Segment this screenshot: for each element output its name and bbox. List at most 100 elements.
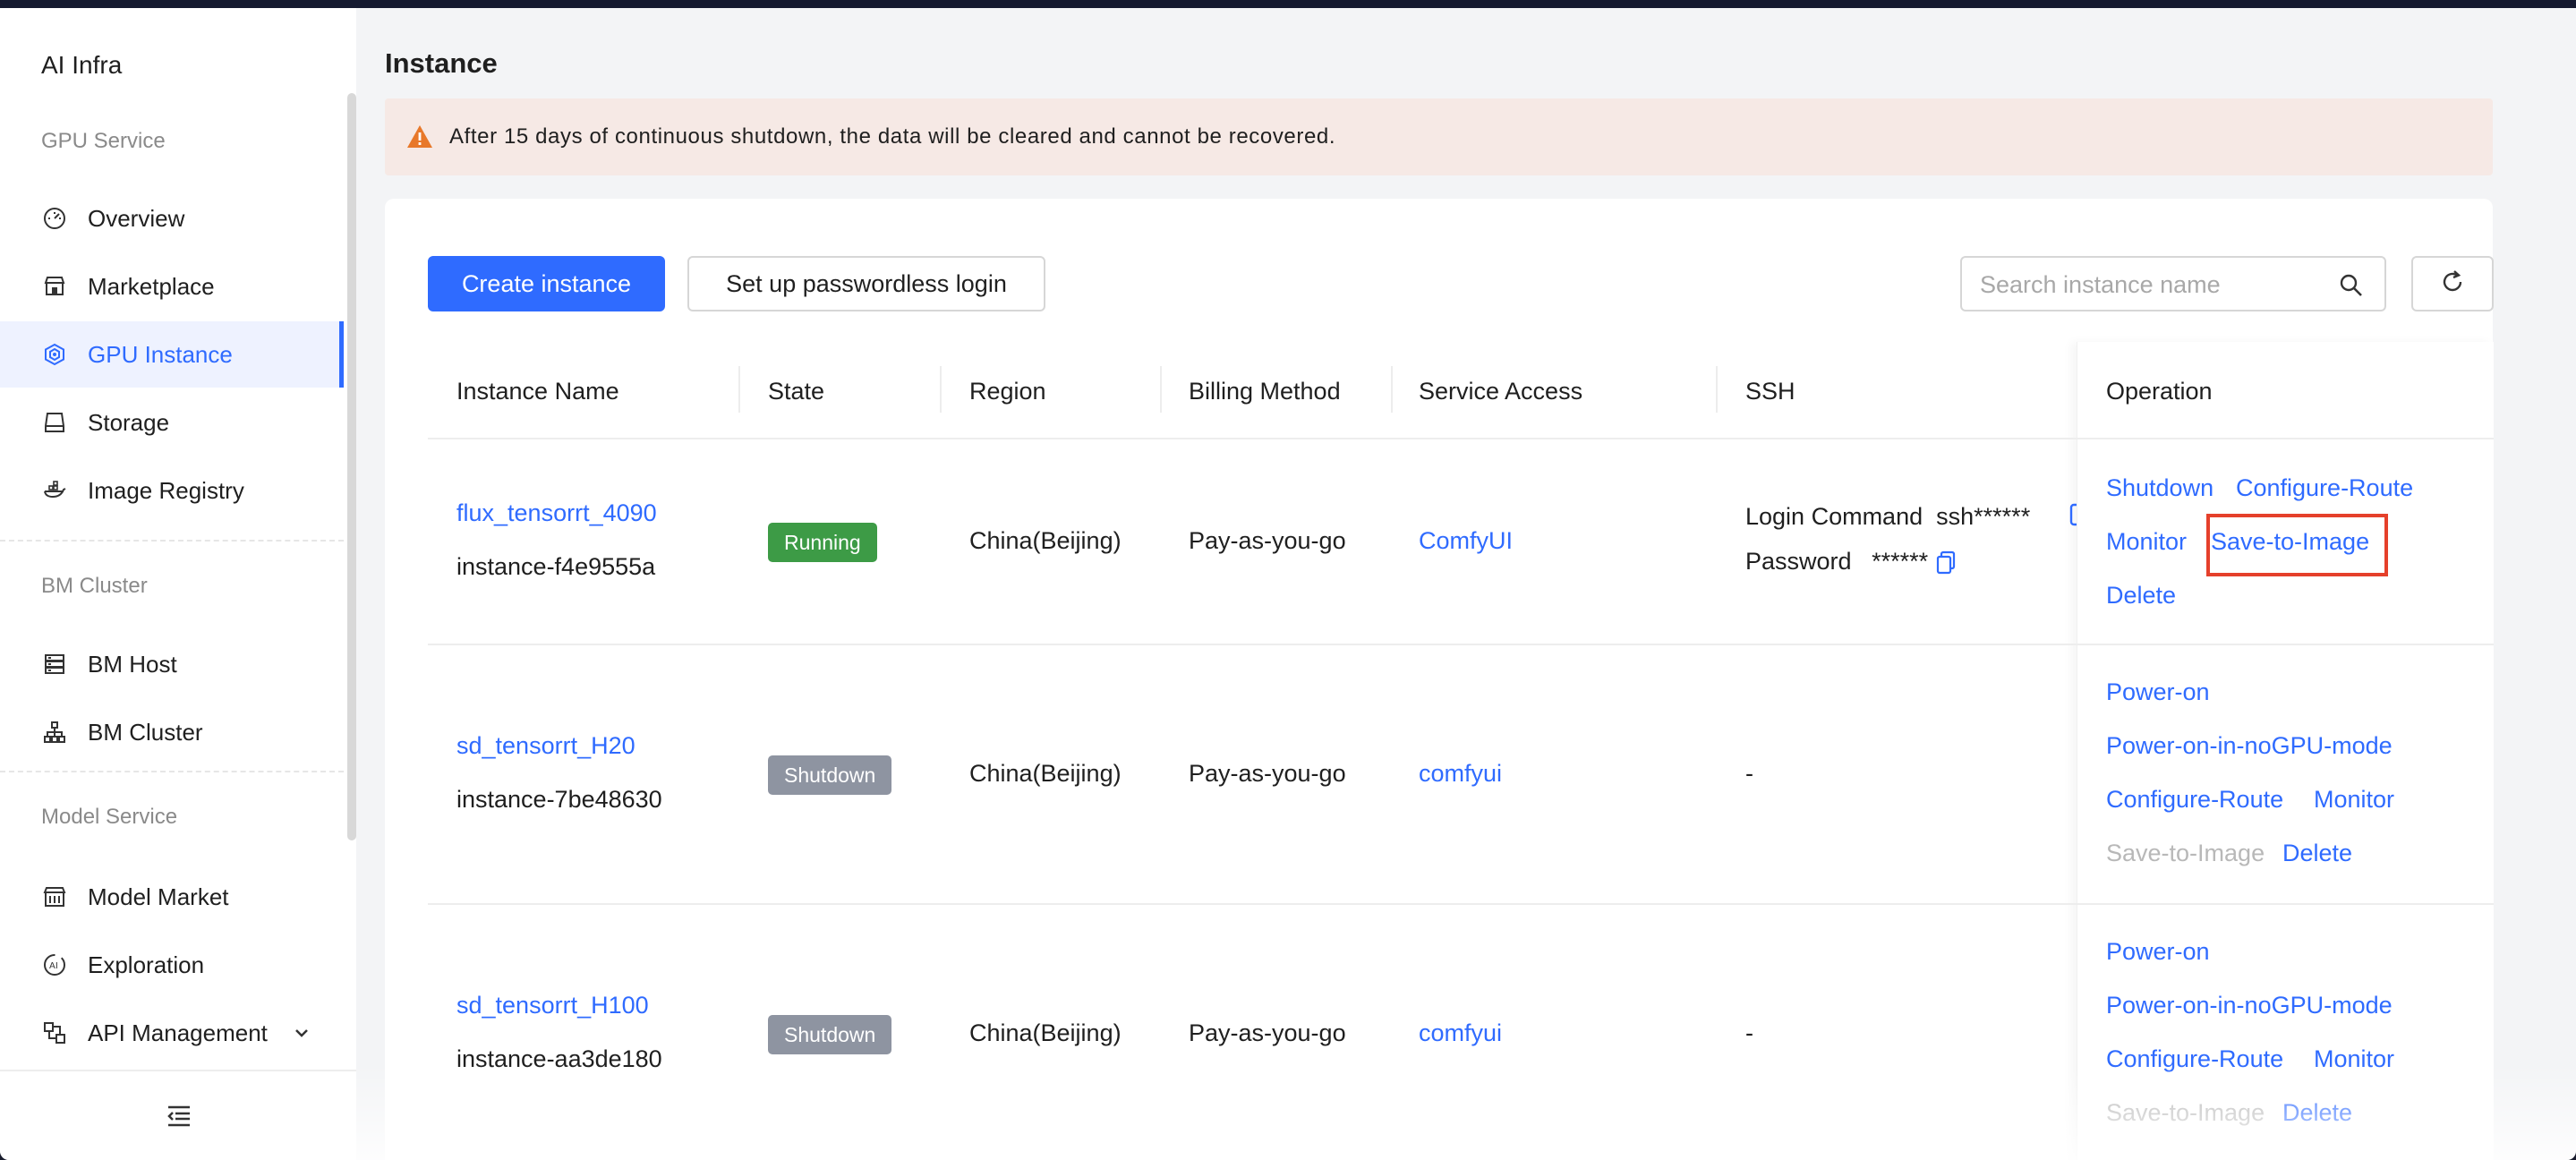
column-separator (738, 366, 740, 413)
shutdown-notice: After 15 days of continuous shutdown, th… (385, 98, 2493, 175)
sidebar-item-overview[interactable]: Overview (0, 185, 344, 252)
model-market-icon (41, 883, 68, 910)
row-divider (428, 644, 2494, 645)
configure-route-link[interactable]: Configure-Route (2236, 474, 2413, 502)
sidebar-section-bm-cluster: BM Cluster (41, 574, 148, 598)
save-to-image-link-disabled: Save-to-Image (2106, 1099, 2265, 1126)
header-divider (428, 438, 2494, 439)
sidebar-item-exploration[interactable]: AI Exploration (0, 932, 344, 998)
sidebar-item-api-management[interactable]: API Management (0, 1000, 344, 1066)
sidebar: AI Infra GPU Service Overview Marketplac… (0, 8, 356, 1160)
instance-card: Create instance Set up passwordless logi… (385, 199, 2494, 1160)
search-input[interactable] (1980, 269, 2338, 301)
app-window: AI Infra GPU Service Overview Marketplac… (0, 8, 2576, 1160)
sidebar-item-bm-host[interactable]: BM Host (0, 631, 344, 697)
status-badge: Shutdown (768, 755, 892, 795)
configure-route-link[interactable]: Configure-Route (2106, 786, 2283, 814)
chevron-down-icon (292, 1021, 311, 1049)
window-top-bar (0, 0, 2576, 8)
sidebar-item-marketplace[interactable]: Marketplace (0, 253, 344, 320)
delete-link[interactable]: Delete (2282, 840, 2352, 867)
monitor-link[interactable]: Monitor (2314, 786, 2394, 814)
gauge-icon (41, 205, 68, 232)
svg-text:AI: AI (49, 961, 58, 971)
refresh-icon (2439, 269, 2466, 300)
storage-icon (41, 409, 68, 436)
server-list-icon (41, 651, 68, 678)
api-management-icon (41, 1019, 68, 1046)
sidebar-item-label: BM Host (88, 650, 177, 678)
refresh-button[interactable] (2411, 256, 2494, 311)
ssh-password-label: Password (1745, 548, 1852, 575)
sidebar-item-model-market[interactable]: Model Market (0, 864, 344, 930)
instance-name-link[interactable]: sd_tensorrt_H100 (456, 992, 649, 1019)
ssh-cell: - (1745, 1019, 1753, 1046)
warning-icon (406, 124, 433, 150)
column-header-instance-name: Instance Name (456, 378, 619, 405)
instance-name-link[interactable]: sd_tensorrt_H20 (456, 732, 635, 760)
power-on-link[interactable]: Power-on (2106, 678, 2210, 706)
sidebar-item-bm-cluster[interactable]: BM Cluster (0, 699, 344, 765)
instance-id: instance-f4e9555a (456, 553, 656, 580)
power-on-link[interactable]: Power-on (2106, 938, 2210, 966)
monitor-link[interactable]: Monitor (2314, 1045, 2394, 1073)
notice-text: After 15 days of continuous shutdown, th… (449, 124, 1336, 149)
column-separator (1716, 366, 1718, 413)
service-access-link[interactable]: ComfyUI (1419, 527, 1513, 555)
power-on-nogpu-link[interactable]: Power-on-in-noGPU-mode (2106, 732, 2393, 760)
cluster-tree-icon (41, 719, 68, 746)
ai-explore-icon: AI (41, 951, 68, 978)
sidebar-item-label: GPU Instance (88, 340, 233, 368)
delete-link[interactable]: Delete (2282, 1099, 2352, 1127)
sidebar-item-label: Marketplace (88, 272, 215, 300)
highlight-box (2206, 514, 2388, 576)
service-access-link[interactable]: comfyui (1419, 1019, 1502, 1047)
sidebar-item-storage[interactable]: Storage (0, 389, 344, 456)
search-box (1960, 256, 2386, 311)
ssh-login-label: Login Command (1745, 503, 1923, 530)
sidebar-divider (0, 540, 344, 542)
store-icon (41, 273, 68, 300)
shutdown-link[interactable]: Shutdown (2106, 474, 2213, 502)
sidebar-divider (0, 771, 344, 772)
copy-icon[interactable] (2069, 501, 2077, 528)
sidebar-section-model-service: Model Service (41, 805, 178, 829)
search-icon[interactable] (2338, 272, 2365, 299)
ssh-login-value: ssh****** (1936, 503, 2031, 530)
save-to-image-link-disabled: Save-to-Image (2106, 840, 2265, 866)
instance-id: instance-aa3de180 (456, 1045, 662, 1072)
sidebar-item-label: Model Market (88, 883, 229, 910)
create-instance-button[interactable]: Create instance (428, 256, 665, 311)
column-separator (1391, 366, 1393, 413)
sidebar-item-gpu-instance[interactable]: GPU Instance (0, 321, 344, 388)
instance-id: instance-7be48630 (456, 786, 662, 813)
region-cell: China(Beijing) (969, 527, 1122, 554)
column-header-service-access: Service Access (1419, 378, 1583, 405)
column-header-region: Region (969, 378, 1046, 405)
sidebar-item-image-registry[interactable]: Image Registry (0, 457, 344, 524)
column-header-operation: Operation (2106, 378, 2213, 405)
configure-route-link[interactable]: Configure-Route (2106, 1045, 2283, 1073)
collapse-sidebar-icon[interactable] (165, 1102, 193, 1130)
billing-cell: Pay-as-you-go (1189, 1019, 1346, 1046)
column-separator (1160, 366, 1162, 413)
region-cell: China(Beijing) (969, 760, 1122, 787)
sidebar-scrollbar[interactable] (347, 93, 356, 840)
column-separator (940, 366, 942, 413)
instance-name-link[interactable]: flux_tensorrt_4090 (456, 499, 657, 527)
passwordless-login-button[interactable]: Set up passwordless login (687, 256, 1045, 311)
status-badge: Shutdown (768, 1015, 892, 1054)
power-on-nogpu-link[interactable]: Power-on-in-noGPU-mode (2106, 992, 2393, 1019)
region-cell: China(Beijing) (969, 1019, 1122, 1046)
delete-link[interactable]: Delete (2106, 582, 2176, 610)
ssh-password: Password ****** (1745, 548, 1957, 576)
gpu-chip-icon (41, 341, 68, 368)
service-access-link[interactable]: comfyui (1419, 760, 1502, 788)
ssh-login-command: Login Command ssh****** (1745, 503, 2030, 531)
sidebar-section-gpu-service: GPU Service (41, 129, 166, 153)
sidebar-item-label: Image Registry (88, 476, 244, 504)
sidebar-item-label: BM Cluster (88, 718, 203, 746)
billing-cell: Pay-as-you-go (1189, 527, 1346, 554)
copy-icon[interactable] (1935, 550, 1957, 576)
monitor-link[interactable]: Monitor (2106, 528, 2187, 556)
